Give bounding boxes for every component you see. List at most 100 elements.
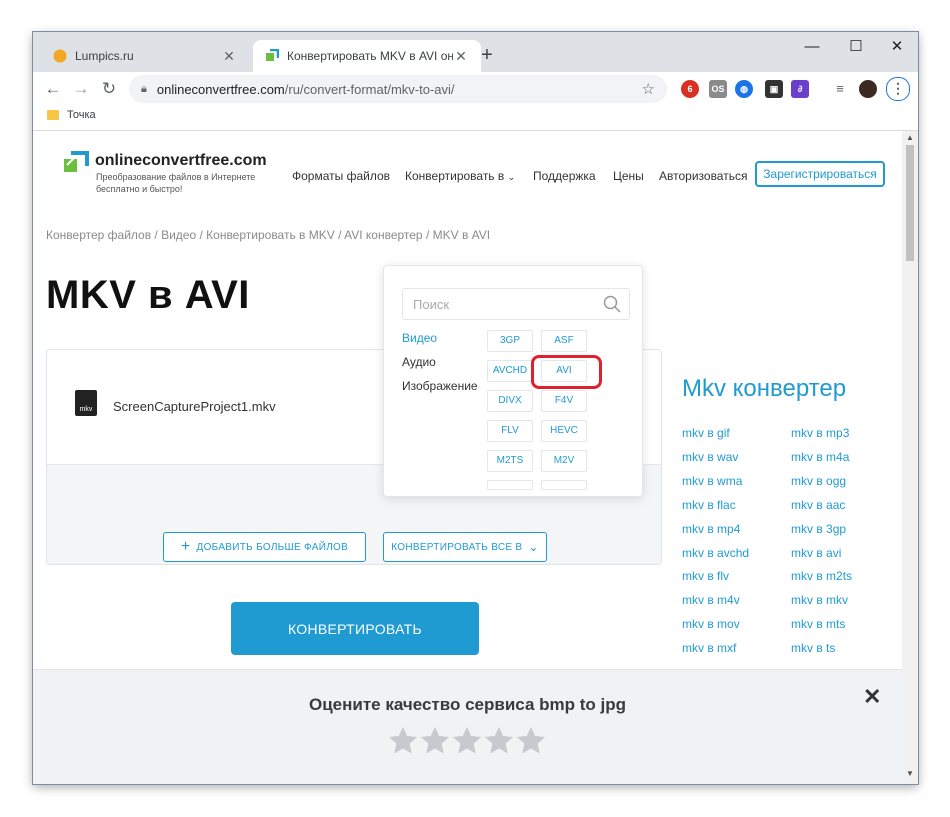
new-tab-button[interactable]: + bbox=[475, 44, 499, 67]
sidebar-link[interactable]: mkv в m2ts bbox=[791, 569, 852, 583]
nav-convert[interactable]: Конвертировать в ⌄ bbox=[405, 169, 515, 183]
star-icon[interactable] bbox=[387, 725, 419, 757]
sidebar-link[interactable]: mkv в aac bbox=[791, 498, 845, 512]
category-video[interactable]: Видео bbox=[402, 331, 437, 345]
search-icon[interactable] bbox=[603, 295, 621, 313]
format-dropdown: Видео Аудио Изображение 3GP ASF AVCHD AV… bbox=[383, 265, 643, 497]
close-tab-icon[interactable]: ✕ bbox=[453, 48, 469, 65]
convert-all-label: КОНВЕРТИРОВАТЬ ВСЕ В bbox=[391, 541, 523, 553]
extension-purple-icon[interactable]: ∂ bbox=[791, 80, 809, 98]
format-asf[interactable]: ASF bbox=[541, 330, 587, 352]
sidebar-link[interactable]: mkv в mkv bbox=[791, 593, 848, 607]
bookmarks-bar: Точка bbox=[33, 106, 918, 131]
sidebar-link[interactable]: mkv в mp3 bbox=[791, 426, 849, 440]
add-more-files-button[interactable]: + ДОБАВИТЬ БОЛЬШЕ ФАЙЛОВ bbox=[163, 532, 366, 562]
format-3gp[interactable]: 3GP bbox=[487, 330, 533, 352]
category-image[interactable]: Изображение bbox=[402, 379, 478, 393]
file-name: ScreenCaptureProject1.mkv bbox=[113, 399, 276, 414]
bookmark-star-icon[interactable]: ☆ bbox=[642, 80, 655, 98]
minimize-button[interactable]: — bbox=[798, 37, 826, 57]
extension-os-icon[interactable]: OS bbox=[709, 80, 727, 98]
folder-icon bbox=[47, 110, 59, 120]
breadcrumb[interactable]: Конвертер файлов / Видео / Конвертироват… bbox=[46, 228, 490, 242]
sidebar-link[interactable]: mkv в flac bbox=[682, 498, 736, 512]
sidebar-link[interactable]: mkv в m4v bbox=[682, 593, 740, 607]
format-search-input[interactable] bbox=[411, 295, 603, 313]
browser-window: Lumpics.ru ✕ Конвертировать MKV в AVI он… bbox=[33, 32, 918, 784]
reload-icon[interactable]: ↻ bbox=[97, 77, 121, 101]
page-scrollbar[interactable]: ▲ ▼ bbox=[902, 131, 918, 784]
extension-red-icon[interactable]: 6 bbox=[681, 80, 699, 98]
forward-arrow-icon[interactable]: → bbox=[69, 77, 93, 101]
add-files-label: ДОБАВИТЬ БОЛЬШЕ ФАЙЛОВ bbox=[196, 541, 349, 553]
rating-panel: Оцените качество сервиса bmp to jpg ✕ bbox=[33, 669, 902, 784]
tab-mkv-to-avi[interactable]: Конвертировать MKV в AVI онлайн ✕ bbox=[253, 40, 481, 72]
sidebar-link[interactable]: mkv в mp4 bbox=[682, 522, 740, 536]
url-text[interactable]: onlineconvertfree.com/ru/convert-format/… bbox=[157, 82, 642, 97]
format-m2v[interactable]: M2V bbox=[541, 450, 587, 472]
page-viewport: onlineconvertfree.com Преобразование фай… bbox=[33, 131, 902, 784]
browser-toolbar: ← → ↻ 🔒︎ onlineconvertfree.com/ru/conver… bbox=[33, 72, 918, 106]
scrollbar-thumb[interactable] bbox=[906, 145, 914, 261]
format-more[interactable] bbox=[541, 480, 587, 490]
rating-stars bbox=[387, 725, 547, 757]
maximize-button[interactable]: ☐ bbox=[842, 37, 870, 57]
sidebar-link[interactable]: mkv в wav bbox=[682, 450, 738, 464]
format-hevc[interactable]: HEVC bbox=[541, 420, 587, 442]
bookmark-tochka[interactable]: Точка bbox=[47, 109, 96, 121]
sidebar-link[interactable]: mkv в flv bbox=[682, 569, 729, 583]
tab-lumpics[interactable]: Lumpics.ru ✕ bbox=[41, 40, 249, 72]
sidebar-link[interactable]: mkv в wma bbox=[682, 474, 742, 488]
nav-prices[interactable]: Цены bbox=[613, 169, 644, 183]
tab-strip: Lumpics.ru ✕ Конвертировать MKV в AVI он… bbox=[33, 32, 918, 72]
nav-login[interactable]: Авторизоваться bbox=[659, 169, 747, 183]
format-search[interactable] bbox=[402, 288, 630, 320]
format-avchd[interactable]: AVCHD bbox=[487, 360, 533, 382]
sidebar-link[interactable]: mkv в mxf bbox=[682, 641, 736, 655]
convert-button[interactable]: КОНВЕРТИРОВАТЬ bbox=[231, 602, 479, 655]
sidebar-link[interactable]: mkv в ogg bbox=[791, 474, 846, 488]
format-divx[interactable]: DIVX bbox=[487, 390, 533, 412]
media-control-icon[interactable]: ≡ bbox=[831, 80, 849, 98]
sidebar-link[interactable]: mkv в gif bbox=[682, 426, 730, 440]
site-logo-icon bbox=[64, 151, 89, 172]
scroll-down-arrow-icon[interactable]: ▼ bbox=[902, 769, 918, 778]
avatar[interactable] bbox=[859, 80, 877, 98]
star-icon[interactable] bbox=[419, 725, 451, 757]
sidebar-link[interactable]: mkv в avi bbox=[791, 546, 841, 560]
star-icon[interactable] bbox=[451, 725, 483, 757]
scroll-up-arrow-icon[interactable]: ▲ bbox=[902, 133, 918, 142]
format-m2ts[interactable]: M2TS bbox=[487, 450, 533, 472]
format-flv[interactable]: FLV bbox=[487, 420, 533, 442]
address-bar[interactable]: 🔒︎ onlineconvertfree.com/ru/convert-form… bbox=[129, 75, 667, 103]
nav-formats[interactable]: Форматы файлов bbox=[292, 169, 390, 183]
convert-all-to-button[interactable]: КОНВЕРТИРОВАТЬ ВСЕ В ⌄ bbox=[383, 532, 547, 562]
chevron-down-icon: ⌄ bbox=[528, 540, 539, 554]
orange-circle-icon bbox=[53, 49, 67, 63]
menu-dots-icon[interactable]: ⋮ bbox=[886, 77, 910, 101]
sidebar-link[interactable]: mkv в mts bbox=[791, 617, 845, 631]
site-logo-text[interactable]: onlineconvertfree.com bbox=[95, 152, 267, 170]
nav-support[interactable]: Поддержка bbox=[533, 169, 596, 183]
extension-box-icon[interactable]: ▣ bbox=[765, 80, 783, 98]
extension-globe-icon[interactable]: ◍ bbox=[735, 80, 753, 98]
star-icon[interactable] bbox=[483, 725, 515, 757]
bookmark-label: Точка bbox=[67, 109, 96, 121]
close-window-button[interactable]: ✕ bbox=[883, 37, 911, 57]
star-icon[interactable] bbox=[515, 725, 547, 757]
sidebar-link[interactable]: mkv в avchd bbox=[682, 546, 749, 560]
sidebar-link[interactable]: mkv в ts bbox=[791, 641, 835, 655]
close-tab-icon[interactable]: ✕ bbox=[221, 48, 237, 65]
register-button[interactable]: Зарегистрироваться bbox=[755, 161, 885, 187]
sidebar-link[interactable]: mkv в mov bbox=[682, 617, 740, 631]
sidebar-link[interactable]: mkv в 3gp bbox=[791, 522, 846, 536]
back-arrow-icon[interactable]: ← bbox=[41, 77, 65, 101]
category-audio[interactable]: Аудио bbox=[402, 355, 436, 369]
avi-highlight-frame bbox=[531, 355, 602, 389]
close-icon[interactable]: ✕ bbox=[863, 684, 881, 710]
page-title: MKV в AVI bbox=[46, 273, 250, 317]
tab-title: Lumpics.ru bbox=[75, 49, 134, 63]
format-more[interactable] bbox=[487, 480, 533, 490]
format-f4v[interactable]: F4V bbox=[541, 390, 587, 412]
sidebar-link[interactable]: mkv в m4a bbox=[791, 450, 849, 464]
